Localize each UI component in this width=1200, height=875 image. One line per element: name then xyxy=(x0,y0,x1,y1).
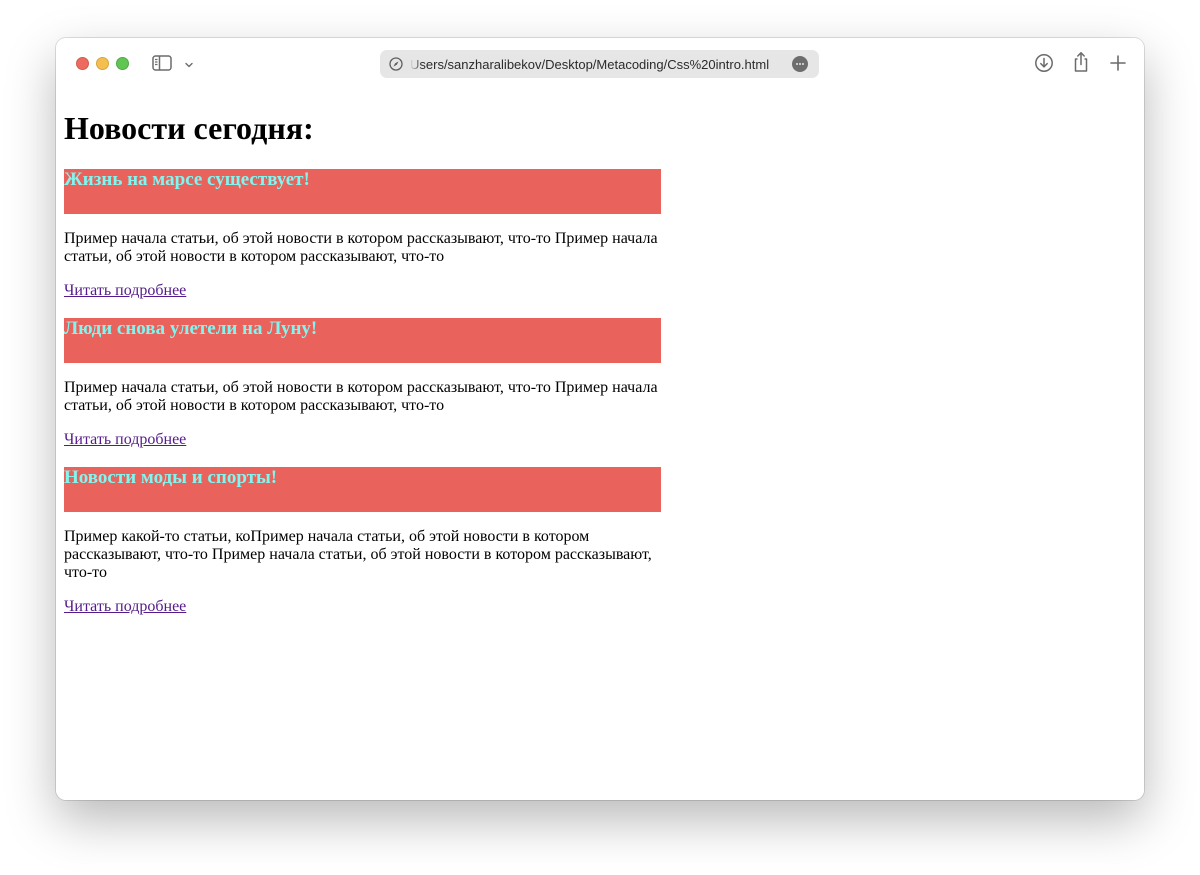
download-icon xyxy=(1035,54,1053,72)
article-heading: Новости моды и спорты! xyxy=(64,467,278,488)
page-title: Новости сегодня: xyxy=(64,110,314,146)
article-heading: Жизнь на марсе существует! xyxy=(64,169,310,190)
tab-group-menu-button[interactable] xyxy=(183,58,195,70)
article-heading-block: Люди снова улетели на Луну! xyxy=(64,318,661,363)
share-icon xyxy=(1074,52,1088,72)
read-more-link[interactable]: Читать подробнее xyxy=(64,282,186,300)
article-text: Пример какой-то статьи, коПример начала … xyxy=(64,528,652,581)
maximize-window-button[interactable] xyxy=(116,57,129,70)
sidebar-toggle-button[interactable] xyxy=(152,55,172,71)
read-more-link[interactable]: Читать подробнее xyxy=(64,431,186,449)
plus-icon xyxy=(1110,55,1126,71)
url-fade xyxy=(410,55,422,73)
ellipsis-icon xyxy=(796,63,798,65)
page-content: Новости сегодня: Жизнь на марсе существу… xyxy=(56,90,1144,800)
article-heading-block: Жизнь на марсе существует! xyxy=(64,169,661,214)
compass-icon[interactable] xyxy=(389,57,403,71)
sidebar-icon xyxy=(152,55,172,71)
share-button[interactable] xyxy=(1071,51,1091,72)
page-menu-button[interactable] xyxy=(792,56,808,72)
new-tab-button[interactable] xyxy=(1108,53,1128,73)
browser-window: Users/sanzharalibekov/Desktop/Metacoding… xyxy=(56,38,1144,800)
article-heading-block: Новости моды и спорты! xyxy=(64,467,661,512)
url-text[interactable]: Users/sanzharalibekov/Desktop/Metacoding… xyxy=(410,56,782,73)
article-heading: Люди снова улетели на Луну! xyxy=(64,318,318,339)
minimize-window-button[interactable] xyxy=(96,57,109,70)
close-window-button[interactable] xyxy=(76,57,89,70)
article-text: Пример начала статьи, об этой новости в … xyxy=(64,230,658,265)
article-text: Пример начала статьи, об этой новости в … xyxy=(64,379,658,414)
browser-toolbar: Users/sanzharalibekov/Desktop/Metacoding… xyxy=(56,38,1144,90)
address-bar[interactable]: Users/sanzharalibekov/Desktop/Metacoding… xyxy=(380,50,819,78)
downloads-button[interactable] xyxy=(1034,53,1054,73)
read-more-link[interactable]: Читать подробнее xyxy=(64,598,186,616)
chevron-down-icon xyxy=(185,62,193,68)
